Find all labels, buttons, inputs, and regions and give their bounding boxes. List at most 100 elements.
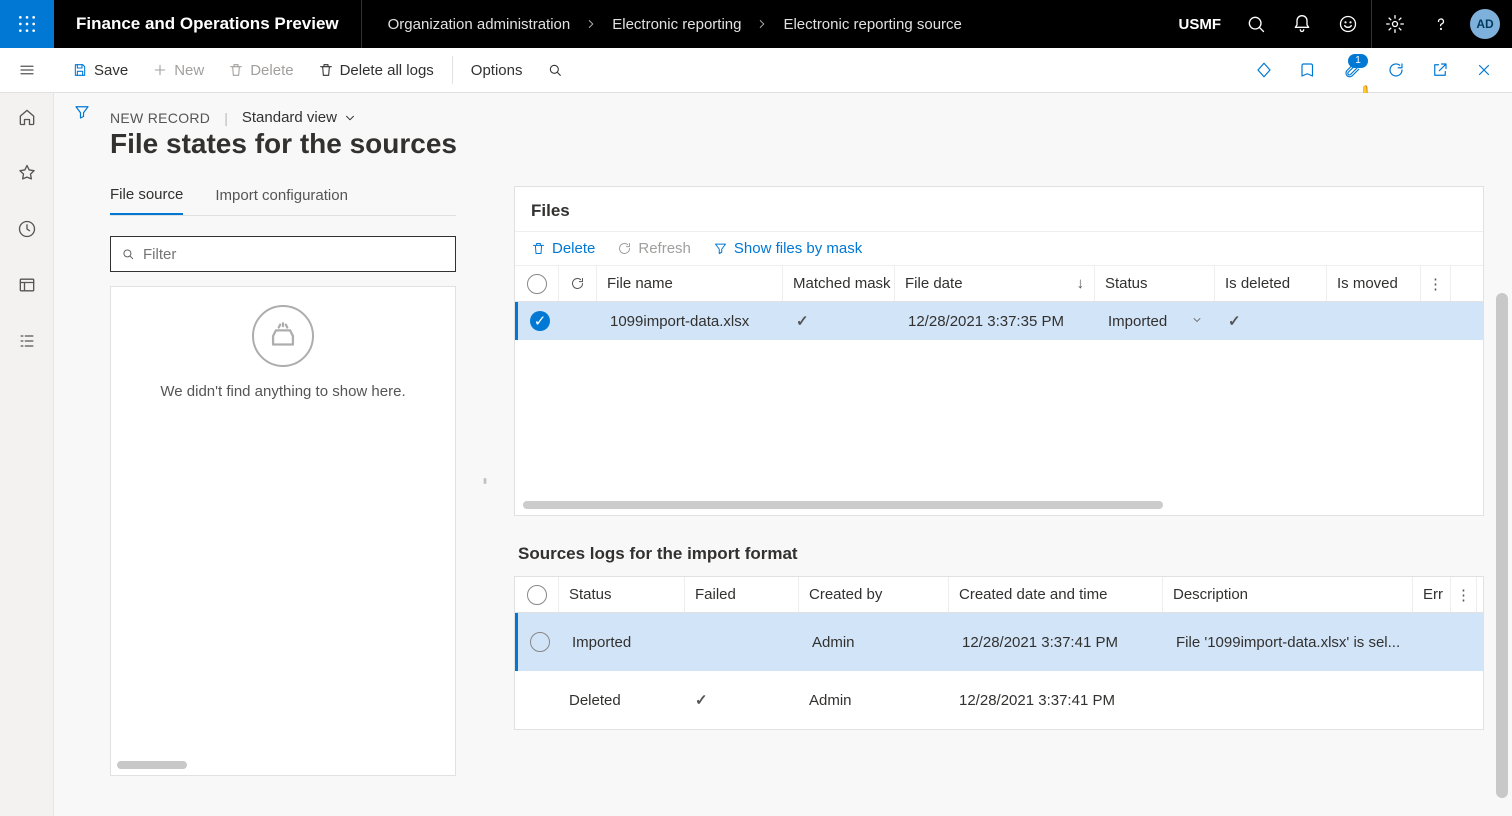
search-icon [547,62,563,78]
search-in-page-button[interactable] [537,56,573,84]
scrollbar-horizontal[interactable] [523,501,1163,509]
filter-input-wrapper [110,236,456,272]
files-show-mask-button[interactable]: Show files by mask [713,240,862,257]
cell-failed: ✓ [685,691,799,709]
check-icon: ✓ [1228,312,1241,330]
files-card: Files Delete Refresh Show files by mask … [514,186,1484,516]
gear-icon [1385,14,1405,34]
page: NEW RECORD | Standard view File states f… [110,93,1512,816]
checkmark-circle-icon: ✓ [530,311,550,331]
files-delete-button[interactable]: Delete [531,240,595,257]
empty-state-card: We didn't find anything to show here. [110,286,456,776]
col-menu[interactable]: ⋮ [1421,266,1451,301]
avatar[interactable]: AD [1470,9,1500,39]
delete-all-logs-button[interactable]: Delete all logs [308,56,444,85]
col-description[interactable]: Description [1163,577,1413,612]
cell-status[interactable]: Imported [1098,313,1218,330]
scrollbar-horizontal[interactable] [117,761,187,769]
trash-icon [318,62,334,78]
grid-header: Status Failed Created by Created date an… [515,577,1483,613]
empty-text: We didn't find anything to show here. [160,383,405,400]
diamond-icon [1255,61,1273,79]
files-grid: File name Matched mask File date↓ Status… [515,266,1483,515]
options-label: Options [471,62,523,79]
funnel-icon [73,103,91,121]
select-all[interactable] [515,266,559,301]
col-is-deleted[interactable]: Is deleted [1215,266,1327,301]
notifications-button[interactable] [1279,0,1325,48]
split-handle[interactable] [478,186,492,776]
row-refresh-column[interactable] [559,266,597,301]
waffle-icon [17,14,37,34]
col-menu[interactable]: ⋮ [1451,577,1477,612]
tab-import-config[interactable]: Import configuration [215,186,348,215]
col-status[interactable]: Status [1095,266,1215,301]
rail-home-button[interactable] [7,99,47,135]
empty-icon [252,305,314,367]
breadcrumb-item[interactable]: Electronic reporting source [783,16,961,33]
rail-favorites-button[interactable] [7,155,47,191]
col-failed[interactable]: Failed [685,577,799,612]
row-select[interactable]: ✓ [518,311,562,331]
check-icon: ✓ [796,312,809,330]
chevron-right-icon [584,17,598,31]
tabs: File source Import configuration [110,186,456,216]
files-refresh-button[interactable]: Refresh [617,240,691,257]
col-file-name[interactable]: File name [597,266,783,301]
tab-file-source[interactable]: File source [110,186,183,215]
close-icon [1475,61,1493,79]
breadcrumb-item[interactable]: Electronic reporting [612,16,741,33]
list-tree-icon [17,331,37,351]
table-row[interactable]: Imported Admin 12/28/2021 3:37:41 PM Fil… [515,613,1483,671]
rail-workspaces-button[interactable] [7,267,47,303]
delete-button[interactable]: Delete [218,56,303,85]
rail-modules-button[interactable] [7,323,47,359]
col-created-by[interactable]: Created by [799,577,949,612]
feedback-button[interactable] [1325,0,1371,48]
help-button[interactable] [1418,0,1464,48]
hamburger-icon [18,61,36,79]
settings-button[interactable] [1372,0,1418,48]
refresh-button[interactable] [1378,52,1414,88]
popout-button[interactable] [1422,52,1458,88]
save-button[interactable]: Save [62,56,138,85]
filter-input[interactable] [143,246,445,263]
table-row[interactable]: ✓ 1099import-data.xlsx ✓ 12/28/2021 3:37… [515,302,1483,340]
new-label: New [174,62,204,79]
new-button[interactable]: New [142,56,214,85]
tab-label: Import configuration [215,187,348,204]
company-picker[interactable]: USMF [1167,16,1234,33]
close-button[interactable] [1466,52,1502,88]
cell-file-date: 12/28/2021 3:37:35 PM [898,313,1098,330]
attachments-button[interactable] [1334,52,1370,88]
breadcrumb-item[interactable]: Organization administration [388,16,571,33]
select-all[interactable] [515,577,559,612]
refresh-icon [617,241,632,256]
col-err[interactable]: Err [1413,577,1451,612]
cell-status: Deleted [559,692,685,709]
search-button[interactable] [1233,0,1279,48]
view-picker[interactable]: Standard view [242,109,357,126]
app-launcher-button[interactable] [0,0,54,48]
filter-pane-toggle[interactable] [54,93,110,816]
page-body: NEW RECORD | Standard view File states f… [0,93,1512,816]
global-header: Finance and Operations Preview Organizat… [0,0,1512,48]
col-matched-mask[interactable]: Matched mask [783,266,895,301]
rail-recent-button[interactable] [7,211,47,247]
action-bar-right [1246,52,1512,88]
col-is-moved[interactable]: Is moved [1327,266,1421,301]
nav-collapse-button[interactable] [0,48,54,93]
refresh-icon [1387,61,1405,79]
col-file-date[interactable]: File date↓ [895,266,1095,301]
col-created-dt[interactable]: Created date and time [949,577,1163,612]
personalize-button[interactable] [1246,52,1282,88]
options-button[interactable]: Options [461,56,533,85]
grid-body-spacer [515,340,1483,515]
cell-created-by: Admin [802,634,952,651]
search-icon [121,247,135,261]
scrollbar-vertical[interactable] [1496,293,1508,798]
col-status[interactable]: Status [559,577,685,612]
page-options-button[interactable] [1290,52,1326,88]
row-select[interactable] [518,632,562,652]
table-row[interactable]: Deleted ✓ Admin 12/28/2021 3:37:41 PM [515,671,1483,729]
